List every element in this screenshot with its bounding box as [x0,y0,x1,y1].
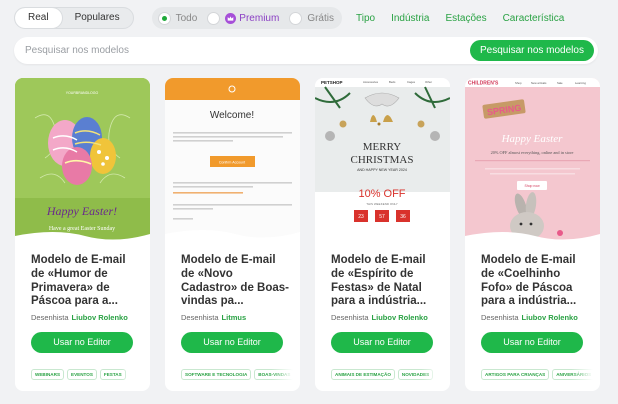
filter-todo[interactable]: Todo [157,11,198,25]
svg-text:Accessories: Accessories [363,80,379,84]
filter-gratis-label: Grátis [307,12,334,24]
use-in-editor-button[interactable]: Usar no Editor [331,332,433,353]
tag[interactable]: SOFTWARE E TECNOLOGIA [181,369,252,380]
author-label: Desenhista [181,313,219,322]
radio-empty-icon [289,11,303,25]
card-author: Desenhista Liubov Rolenko [331,313,428,322]
tag[interactable]: WEBINARS [31,369,65,380]
preview-offer: 10% OFF [358,188,405,200]
svg-text:Cages: Cages [407,80,416,84]
link-tipo[interactable]: Tipo [356,13,375,24]
christmas-preview: PETSHOP Accessories Beds Cages Other MER… [315,78,450,243]
use-in-editor-button[interactable]: Usar no Editor [481,332,583,353]
svg-text:Shop: Shop [515,81,522,85]
sort-toggle: Real Populares [14,7,134,29]
welcome-preview: Welcome! Confirm Account [165,78,300,243]
use-in-editor-button[interactable]: Usar no Editor [31,332,133,353]
author-label: Desenhista [481,313,519,322]
use-in-editor-button[interactable]: Usar no Editor [181,332,283,353]
card-author: Desenhista Liubov Rolenko [481,313,578,322]
category-links: Tipo Indústria Estações Característica [356,13,580,24]
svg-text:New arrivals: New arrivals [531,81,547,85]
author-label: Desenhista [31,313,69,322]
tag[interactable]: NOVIDADES [397,369,434,380]
tag-list: SOFTWARE E TECNOLOGIA BOAS-VINDAS [181,369,293,380]
card-author: Desenhista Liubov Rolenko [31,313,128,322]
author-name[interactable]: Litmus [222,313,247,322]
filter-premium[interactable]: Premium [207,11,280,25]
filter-premium-label: Premium [239,12,280,24]
preview-offer-sub: THIS WEEKEND ONLY [366,202,398,206]
svg-text:Sale: Sale [557,81,563,85]
template-card[interactable]: YOURBRANDLOGO Happy Easter! Have a great… [15,78,150,391]
preview-button: Shop now [524,184,540,188]
tag[interactable]: ANIMAIS DE ESTIMAÇÃO [331,369,395,380]
preview-brand: YOURBRANDLOGO [66,91,99,95]
card-title[interactable]: Modelo de E-mail de «Espírito de Festas»… [331,254,439,309]
author-name[interactable]: Liubov Rolenko [522,313,578,322]
link-caracteristica[interactable]: Característica [503,13,565,24]
preview-headline: Happy Easter! [46,204,117,218]
filter-todo-label: Todo [175,12,198,24]
tag[interactable]: FESTAS [99,369,126,380]
preview-headline: Welcome! [210,110,254,121]
search-button[interactable]: Pesquisar nos modelos [470,40,594,61]
card-author: Desenhista Litmus [181,313,246,322]
search-input[interactable]: Pesquisar nos modelos [25,37,129,64]
radio-empty-icon [207,11,221,25]
template-preview[interactable]: PETSHOP Accessories Beds Cages Other MER… [315,78,450,243]
template-card[interactable]: Welcome! Confirm Account Modelo de E-mai… [165,78,300,391]
filter-bar: Real Populares Todo Premium Grátis Tipo … [14,6,610,30]
preview-headline: MERRY [363,141,402,153]
toggle-populares[interactable]: Populares [62,8,133,28]
preview-headline: CHRISTMAS [351,154,414,166]
tag-list: ANIMAIS DE ESTIMAÇÃO NOVIDADES [331,369,443,380]
preview-subline: Have a great Easter Sunday [49,226,115,232]
radio-selected-icon [157,11,171,25]
crown-icon [225,12,237,24]
link-industria[interactable]: Indústria [391,13,429,24]
toggle-real[interactable]: Real [15,8,62,28]
template-preview[interactable]: YOURBRANDLOGO Happy Easter! Have a great… [15,78,150,243]
preview-brand: CHILDREN'S [468,81,499,87]
tag-list: WEBINARS EVENTOS FESTAS [31,369,143,380]
author-name[interactable]: Liubov Rolenko [372,313,428,322]
tag-list: ARTIGOS PARA CRIANÇAS ANIVERSÁRIOS [481,369,593,380]
card-title[interactable]: Modelo de E-mail de «Novo Cadastro» de B… [181,254,289,309]
card-title[interactable]: Modelo de E-mail de «Humor de Primavera»… [31,254,139,309]
tag[interactable]: ANIVERSÁRIOS [552,369,593,380]
card-title[interactable]: Modelo de E-mail de «Coelhinho Fofo» de … [481,254,589,309]
preview-headline: Happy Easter [501,133,564,145]
svg-text:Other: Other [425,80,432,84]
svg-text:36: 36 [400,214,406,220]
easter-bunny-preview: CHILDREN'S Shop New arrivals Sale Learni… [465,78,600,243]
tag[interactable]: BOAS-VINDAS [254,369,293,380]
author-name[interactable]: Liubov Rolenko [72,313,128,322]
link-estacoes[interactable]: Estações [445,13,486,24]
filter-gratis[interactable]: Grátis [289,11,334,25]
search-bar: Pesquisar nos modelos Pesquisar nos mode… [14,37,598,64]
svg-text:Learning: Learning [575,81,586,85]
template-card[interactable]: CHILDREN'S Shop New arrivals Sale Learni… [465,78,600,391]
author-label: Desenhista [331,313,369,322]
price-filter: Todo Premium Grátis [151,7,342,29]
tag[interactable]: ARTIGOS PARA CRIANÇAS [481,369,550,380]
svg-text:Beds: Beds [389,80,396,84]
svg-text:23: 23 [358,214,364,220]
svg-text:57: 57 [379,214,385,220]
template-preview[interactable]: Welcome! Confirm Account [165,78,300,243]
tag[interactable]: EVENTOS [67,369,97,380]
preview-brand: PETSHOP [321,80,343,85]
preview-subline: AND HAPPY NEW YEAR 2024 [357,168,407,172]
template-card[interactable]: PETSHOP Accessories Beds Cages Other MER… [315,78,450,391]
preview-button: Confirm Account [219,161,245,165]
template-preview[interactable]: CHILDREN'S Shop New arrivals Sale Learni… [465,78,600,243]
easter-eggs-preview: YOURBRANDLOGO Happy Easter! Have a great… [15,78,150,243]
